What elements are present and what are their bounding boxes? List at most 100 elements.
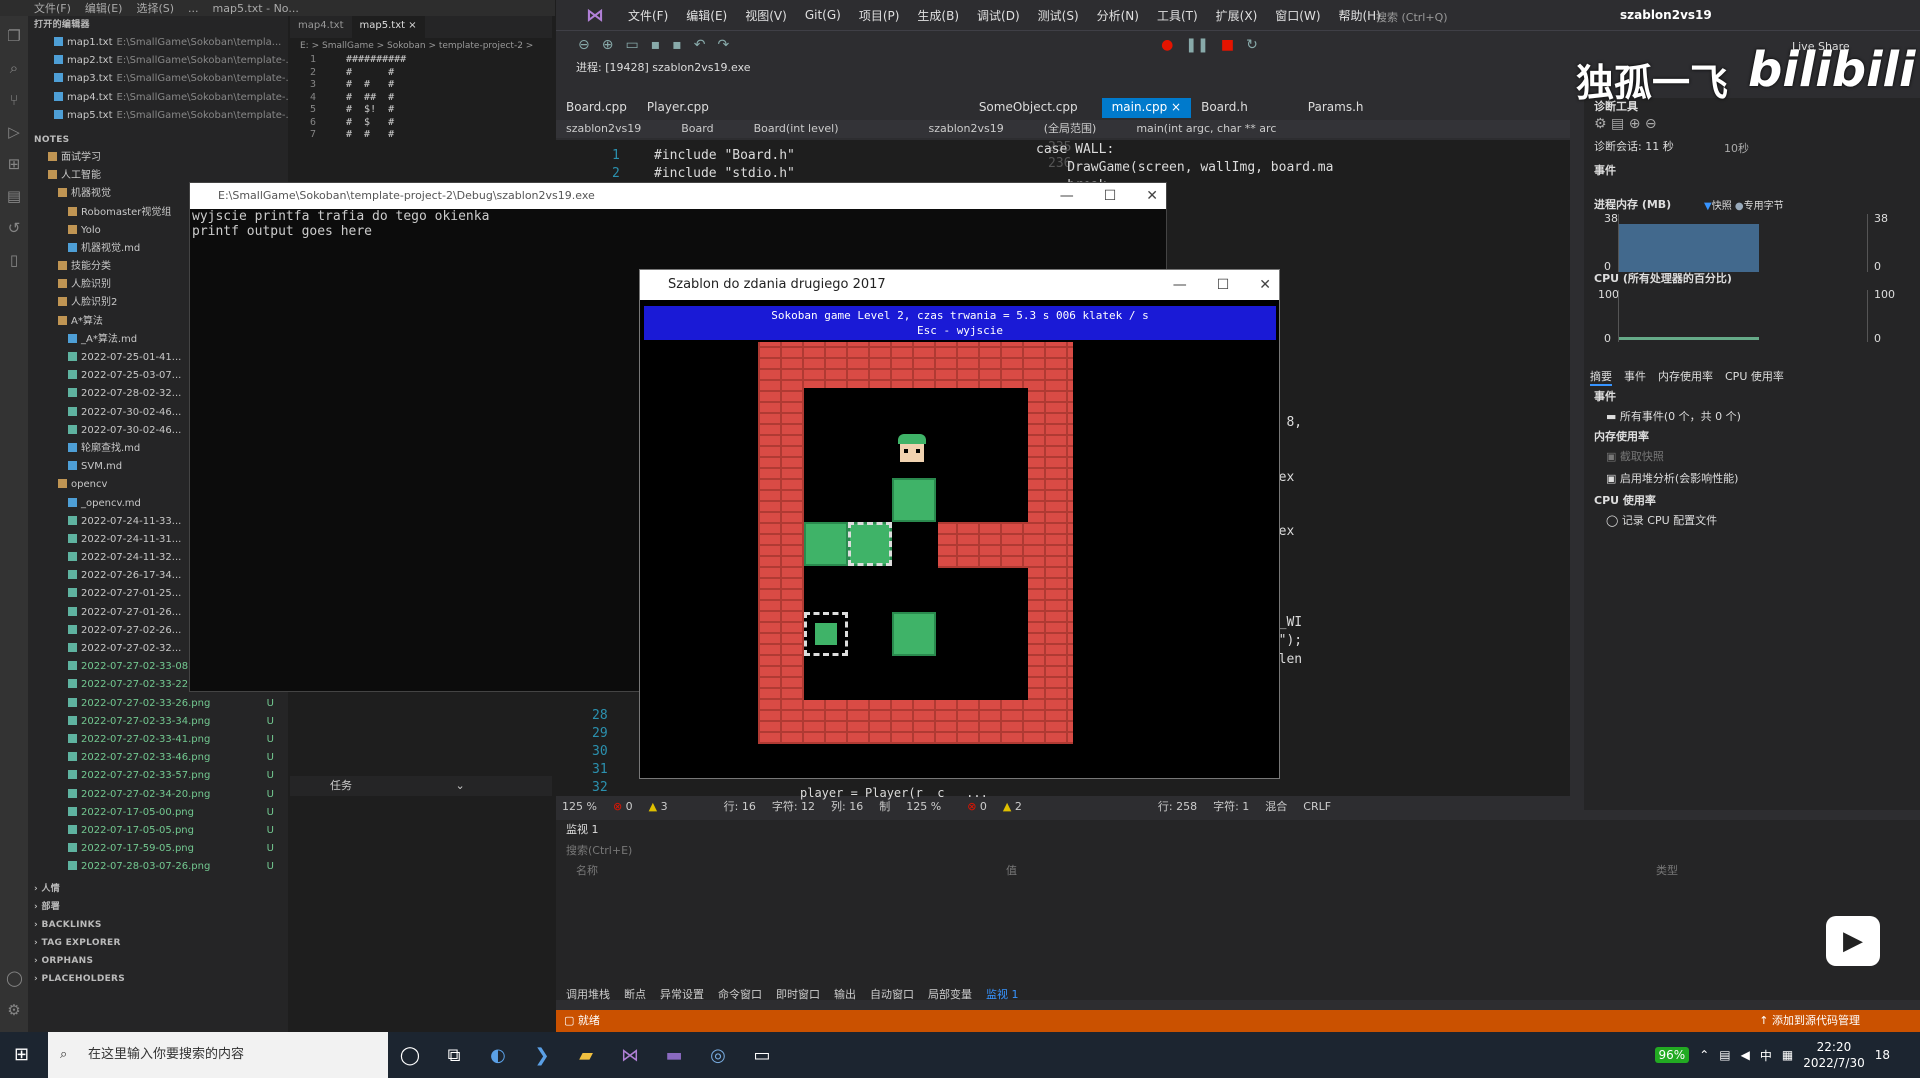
menu-edit[interactable]: 编辑(E) — [85, 0, 123, 16]
vs-menu-item[interactable]: 分析(N) — [1097, 7, 1139, 24]
debug-tab[interactable]: 局部变量 — [928, 986, 972, 1006]
save-icon[interactable]: ▪ — [651, 37, 661, 53]
back-icon[interactable]: ⊖ — [578, 37, 590, 53]
vs-menu-item[interactable]: 编辑(E) — [686, 7, 727, 24]
bookmark-icon[interactable]: ▯ — [6, 252, 22, 268]
task-dropdown[interactable]: 任务 ⌄ — [290, 776, 552, 796]
sidebar-section[interactable]: › ORPHANS — [28, 952, 288, 970]
extensions-icon[interactable]: ⊞ — [6, 156, 22, 172]
nav-scope-right[interactable]: (全局范围) — [1044, 120, 1097, 138]
settings-gear-icon[interactable]: ⚙ — [1594, 116, 1607, 132]
close-icon[interactable]: × — [1171, 100, 1181, 114]
maximize-icon[interactable]: ☐ — [1104, 183, 1117, 209]
zoom-out-icon[interactable]: ⊖ — [1645, 116, 1657, 132]
nav-class-left[interactable]: Board — [681, 120, 713, 138]
undo-icon[interactable]: ↶ — [694, 37, 706, 53]
memory-header[interactable]: 进程内存 (MB) — [1584, 196, 1671, 214]
debug-tab[interactable]: 调用堆栈 — [566, 986, 610, 1006]
pause-icon[interactable]: ❚❚ — [1185, 37, 1208, 53]
export-icon[interactable]: ▤ — [1611, 116, 1624, 132]
watch-search-input[interactable]: 搜索(Ctrl+E) — [556, 840, 1920, 862]
vscode-icon[interactable]: ❯ — [520, 1032, 564, 1078]
vs-menu-item[interactable]: 窗口(W) — [1275, 7, 1320, 24]
save-all-icon[interactable]: ▪ — [672, 37, 682, 53]
image-file-item[interactable]: 2022-07-27-02-33-57.png U — [28, 767, 288, 785]
all-events-link[interactable]: ▬ 所有事件(0 个，共 0 个) — [1606, 408, 1741, 424]
tab-map4[interactable]: map4.txt — [290, 16, 352, 38]
col-name[interactable]: 名称 — [576, 862, 598, 878]
image-file-item[interactable]: 2022-07-28-03-07-26.png U — [28, 858, 288, 876]
game-app-icon[interactable]: ◎ — [696, 1032, 740, 1078]
open-editors-header[interactable]: 打开的编辑器 — [28, 16, 288, 34]
keyboard-icon[interactable]: ▦ — [1782, 1048, 1793, 1062]
notes-header[interactable]: NOTES — [28, 131, 288, 149]
close-icon[interactable]: ✕ — [1146, 183, 1158, 209]
debug-tab[interactable]: 输出 — [834, 986, 856, 1006]
sidebar-section[interactable]: › TAG EXPLORER — [28, 934, 288, 952]
task-view-icon[interactable]: ⧉ — [432, 1032, 476, 1078]
tab-someobject-cpp[interactable]: SomeObject.cpp — [968, 98, 1088, 118]
settings-gear-icon[interactable]: ⚙ — [6, 1002, 22, 1018]
vs-menu-item[interactable]: 帮助(H) — [1339, 7, 1381, 24]
sidebar-section[interactable]: › PLACEHOLDERS — [28, 970, 288, 988]
tab-summary[interactable]: 摘要 — [1590, 368, 1612, 386]
debug-tab[interactable]: 异常设置 — [660, 986, 704, 1006]
cpu-header[interactable]: CPU (所有处理器的百分比) — [1584, 270, 1732, 288]
record-cpu-profile-button[interactable]: ◯ 记录 CPU 配置文件 — [1606, 512, 1717, 528]
tab-map5[interactable]: map5.txt × — [351, 16, 425, 38]
live-share-button[interactable]: Live Share — [1792, 40, 1850, 53]
debug-tab[interactable]: 即时窗口 — [776, 986, 820, 1006]
minimize-icon[interactable]: — — [1173, 270, 1187, 300]
image-file-item[interactable]: 2022-07-27-02-34-20.png U — [28, 786, 288, 804]
warning-count-right[interactable]: ▲ 2 — [1003, 798, 1022, 816]
nav-project-left[interactable]: szablon2vs19 — [566, 120, 641, 138]
zoom-level-right[interactable]: 125 % — [906, 798, 941, 816]
nav-member-right[interactable]: main(int argc, char ** arc — [1136, 120, 1276, 138]
debug-tab[interactable]: 断点 — [624, 986, 646, 1006]
open-folder-icon[interactable]: ▭ — [625, 37, 638, 53]
clock[interactable]: 22:20 2022/7/30 — [1803, 1039, 1865, 1071]
tree-item[interactable]: 面试学习 — [28, 149, 288, 167]
vs-menu-item[interactable]: 扩展(X) — [1216, 7, 1258, 24]
minimize-icon[interactable]: — — [1060, 183, 1074, 209]
col-value[interactable]: 值 — [1006, 862, 1017, 878]
restart-icon[interactable]: ↻ — [1246, 37, 1258, 53]
menu-select[interactable]: 选择(S) — [136, 0, 174, 16]
image-file-item[interactable]: 2022-07-17-05-00.png U — [28, 804, 288, 822]
menu-more[interactable]: ... — [188, 2, 199, 15]
menu-file[interactable]: 文件(F) — [34, 0, 71, 16]
windows-start-icon[interactable]: ⊞ — [14, 1044, 29, 1065]
vs-menu-item[interactable]: 视图(V) — [745, 7, 787, 24]
file-explorer-icon[interactable]: ▰ — [564, 1032, 608, 1078]
edge-icon[interactable]: ◐ — [476, 1032, 520, 1078]
col-type[interactable]: 类型 — [1656, 862, 1678, 878]
zoom-in-icon[interactable]: ⊕ — [1629, 116, 1641, 132]
visual-studio-icon[interactable]: ⋈ — [608, 1032, 652, 1078]
image-file-item[interactable]: 2022-07-27-02-33-26.png U — [28, 695, 288, 713]
taskbar-search-input[interactable]: ⌕ 在这里输入你要搜索的内容 — [48, 1032, 388, 1078]
sidebar-section[interactable]: › 人情 — [28, 880, 288, 898]
tab-cpu[interactable]: CPU 使用率 — [1725, 368, 1784, 386]
open-file-item[interactable]: map2.txt E:\SmallGame\Sokoban\template-..… — [28, 52, 288, 70]
redo-icon[interactable]: ↷ — [717, 37, 729, 53]
debug-tab[interactable]: 监视 1 — [986, 986, 1019, 1006]
volume-icon[interactable]: ◀ — [1741, 1048, 1750, 1062]
take-snapshot-button[interactable]: ▣ 截取快照 — [1606, 448, 1664, 464]
battery-indicator[interactable]: 96% — [1654, 1047, 1690, 1063]
tab-board-cpp[interactable]: Board.cpp — [556, 98, 637, 118]
tab-params-h[interactable]: Params.h — [1297, 98, 1374, 118]
stop-icon[interactable]: ■ — [1221, 37, 1234, 53]
open-file-item[interactable]: map5.txt E:\SmallGame\Sokoban\template-..… — [28, 107, 288, 125]
close-icon[interactable]: × — [408, 20, 416, 31]
events-header[interactable]: 事件 — [1584, 162, 1616, 180]
debug-tab[interactable]: 命令窗口 — [718, 986, 762, 1006]
forward-icon[interactable]: ⊕ — [602, 37, 614, 53]
account-icon[interactable]: ◯ — [6, 970, 23, 986]
window-app-icon[interactable]: ▭ — [740, 1032, 784, 1078]
heap-profiling-toggle[interactable]: ▣ 启用堆分析(会影响性能) — [1606, 470, 1738, 486]
open-file-item[interactable]: map1.txt E:\SmallGame\Sokoban\templa... — [28, 34, 288, 52]
ime-indicator[interactable]: 中 — [1760, 1047, 1772, 1064]
vs-menu-item[interactable]: 项目(P) — [859, 7, 900, 24]
tab-board-h[interactable]: Board.h — [1191, 98, 1258, 118]
files-icon[interactable]: ❐ — [6, 28, 22, 44]
